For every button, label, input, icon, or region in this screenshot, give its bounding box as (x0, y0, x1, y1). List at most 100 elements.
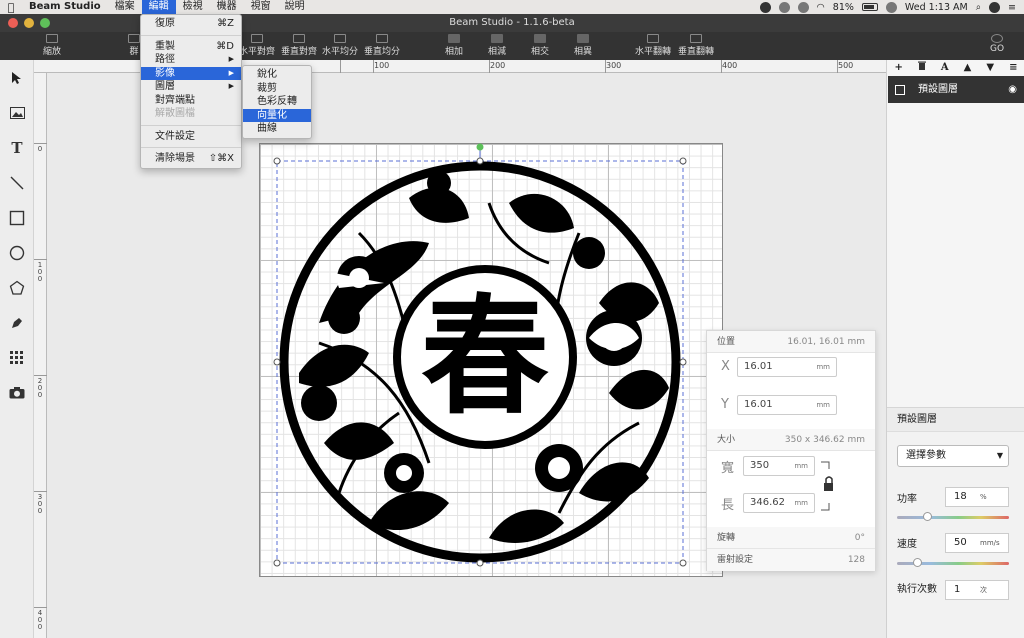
rotate-handle[interactable] (476, 143, 484, 151)
rename-layer-icon[interactable]: A (941, 62, 949, 73)
layer-menu-icon[interactable]: ≡ (1009, 62, 1017, 73)
grid-icon[interactable] (7, 348, 27, 368)
rectangle-icon[interactable] (7, 208, 27, 228)
right-layer-panel: + A ▲ ▼ ≡ 預設圖層 ◉ 預設圖層 選擇參數 ▼ 功率 18 % 速度 … (886, 60, 1024, 638)
cursor-icon[interactable] (7, 68, 27, 88)
menu-item-clear-scene[interactable]: 清除場景 ⇧⌘X (141, 152, 241, 166)
spotlight-icon[interactable]: ⌕ (976, 2, 981, 13)
menu-separator (141, 34, 241, 36)
distribute-vertical-icon (376, 34, 388, 43)
pen-icon[interactable] (7, 313, 27, 333)
param-preset-select[interactable]: 選擇參數 ▼ (897, 445, 1009, 467)
y-input[interactable]: 16.01 mm (737, 395, 837, 415)
image-submenu: 銳化 裁剪 色彩反轉 向量化 曲線 (242, 65, 312, 139)
menu-view[interactable]: 檢視 (176, 0, 210, 14)
polygon-icon[interactable] (7, 278, 27, 298)
align-horizontal-button[interactable]: 水平對齊 (239, 32, 275, 60)
submenu-item-invert[interactable]: 色彩反轉 (243, 95, 311, 109)
speed-input[interactable]: 50 mm/s (945, 533, 1009, 553)
battery-icon[interactable] (861, 3, 878, 11)
laser-settings-row[interactable]: 雷射設定 128 (707, 549, 875, 571)
menu-item-align-endpoints[interactable]: 對齊端點 (141, 94, 241, 108)
submenu-item-curve[interactable]: 曲線 (243, 122, 311, 136)
ruler-label: 100 (37, 261, 43, 283)
notification-center-icon[interactable]: ≡ (1008, 2, 1016, 13)
line-icon[interactable] (7, 173, 27, 193)
menu-item-path[interactable]: 路徑 ▶ (141, 53, 241, 67)
align-vertical-button[interactable]: 垂直對齊 (281, 32, 317, 60)
text-icon[interactable]: T (7, 138, 27, 158)
zoom-button[interactable]: 縮放 (38, 32, 66, 60)
flip-horizontal-button[interactable]: 水平翻轉 (635, 32, 671, 60)
move-layer-down-icon[interactable]: ▼ (986, 62, 994, 73)
close-window-icon[interactable] (8, 18, 18, 28)
layer-params-section: 預設圖層 選擇參數 ▼ 功率 18 % 速度 50 mm/s 執行次數 1 次 (887, 407, 1024, 638)
menu-machine[interactable]: 機器 (210, 0, 244, 14)
image-icon[interactable] (7, 103, 27, 123)
apple-icon[interactable]:  (0, 1, 22, 14)
laser-settings-label: 雷射設定 (717, 555, 754, 565)
bluetooth-icon[interactable] (797, 1, 809, 13)
union-icon (448, 34, 460, 43)
position-header: 位置 16.01, 16.01 mm (707, 331, 875, 353)
power-slider-knob[interactable] (923, 512, 932, 521)
zoom-window-icon[interactable] (40, 18, 50, 28)
submenu-item-sharpen[interactable]: 銳化 (243, 68, 311, 82)
menu-item-layer[interactable]: 圖層 ▶ (141, 80, 241, 94)
submenu-item-crop[interactable]: 裁剪 (243, 82, 311, 96)
speed-slider-knob[interactable] (913, 558, 922, 567)
paper-cut-artwork[interactable]: 春 (259, 143, 723, 577)
union-label: 相加 (444, 47, 463, 57)
ellipse-icon[interactable] (7, 243, 27, 263)
move-layer-up-icon[interactable]: ▲ (964, 62, 972, 73)
layer-checkbox[interactable] (895, 85, 905, 95)
repeat-label: 執行次數 (897, 584, 937, 595)
camera-icon[interactable] (7, 382, 27, 402)
menu-edit[interactable]: 編輯 (141, 0, 176, 14)
image-submenu-arrow: ▶ (228, 68, 234, 77)
eye-icon[interactable]: ◉ (1008, 76, 1017, 103)
intersect-button[interactable]: 相交 (529, 32, 551, 60)
distribute-horizontal-button[interactable]: 水平均分 (322, 32, 358, 60)
menu-item-image[interactable]: 影像 ▶ (141, 66, 241, 80)
lock-ratio-icon[interactable] (819, 461, 833, 511)
menu-help[interactable]: 說明 (278, 0, 312, 14)
keyboard-icon[interactable] (885, 1, 897, 13)
power-input[interactable]: 18 % (945, 487, 1009, 507)
line-app-icon[interactable] (759, 1, 771, 13)
width-input[interactable]: 350 mm (743, 456, 815, 476)
minimize-window-icon[interactable] (24, 18, 34, 28)
height-value: 346.62 (750, 497, 785, 508)
menu-item-document-settings[interactable]: 文件設定 (141, 130, 241, 144)
position-value: 16.01, 16.01 mm (787, 337, 865, 347)
menu-item-undo[interactable]: 復原 ⌘Z (141, 17, 241, 31)
menu-item-duplicate[interactable]: 重製 ⌘D (141, 40, 241, 54)
speed-slider[interactable] (897, 558, 1009, 567)
add-layer-icon[interactable]: + (895, 62, 903, 73)
layer-label: 圖層 (155, 81, 175, 92)
flip-vertical-button[interactable]: 垂直翻轉 (678, 32, 714, 60)
submenu-item-trace[interactable]: 向量化 (243, 108, 311, 122)
repeat-input[interactable]: 1 次 (945, 580, 1009, 600)
sync-icon[interactable] (778, 1, 790, 13)
go-button[interactable]: GO (986, 32, 1008, 60)
chevron-down-icon: ▼ (996, 451, 1003, 460)
layer-item-default[interactable]: 預設圖層 ◉ (888, 76, 1024, 103)
ruler-mark (340, 60, 341, 73)
subtract-button[interactable]: 相減 (486, 32, 508, 60)
height-input[interactable]: 346.62 mm (743, 493, 815, 513)
distribute-vertical-button[interactable]: 垂直均分 (364, 32, 400, 60)
wifi-icon[interactable]: ◠ (817, 2, 825, 13)
difference-button[interactable]: 相異 (572, 32, 594, 60)
siri-icon[interactable] (989, 1, 1001, 13)
power-slider[interactable] (897, 512, 1009, 521)
rotation-row[interactable]: 旋轉 0° (707, 527, 875, 549)
menu-app-name[interactable]: Beam Studio (22, 0, 108, 14)
delete-layer-icon[interactable] (917, 61, 926, 73)
zoom-icon (46, 34, 58, 43)
clock[interactable]: Wed 1:13 AM (905, 2, 968, 13)
union-button[interactable]: 相加 (443, 32, 465, 60)
menu-window[interactable]: 視窗 (244, 0, 278, 14)
menu-file[interactable]: 檔案 (108, 0, 142, 14)
x-input[interactable]: 16.01 mm (737, 357, 837, 377)
